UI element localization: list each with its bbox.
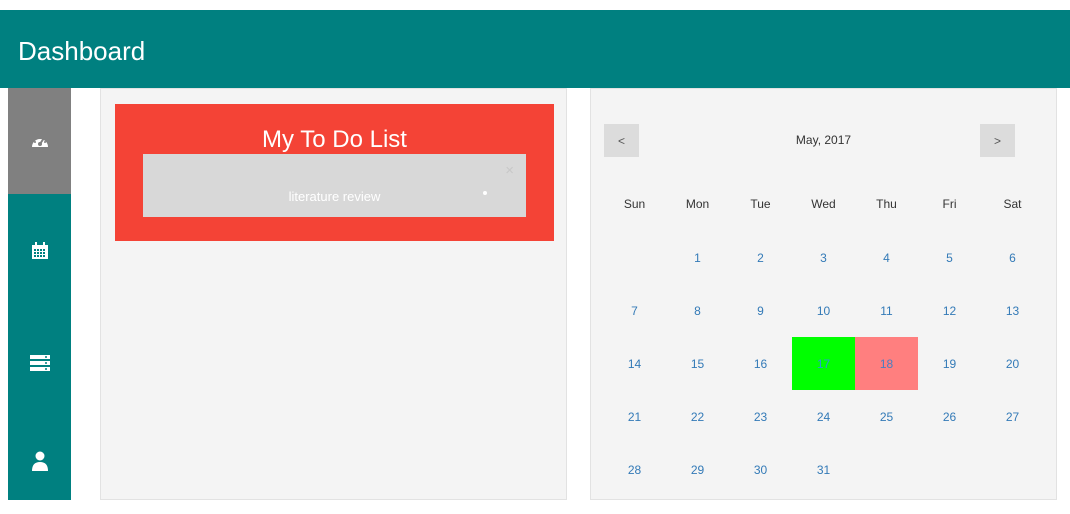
bullet-icon	[483, 191, 487, 195]
weekday-label: Wed	[811, 197, 836, 211]
calendar-day[interactable]: 14	[603, 337, 666, 390]
calendar-day[interactable]: 12	[918, 284, 981, 337]
weekday-label: Fri	[942, 197, 957, 211]
calendar-panel: < May, 2017 > Sun Mon Tue Wed Thu Fri Sat 1234…	[590, 88, 1057, 500]
calendar-day[interactable]: 17	[792, 337, 855, 390]
user-icon	[31, 451, 48, 471]
calendar-day[interactable]: 16	[729, 337, 792, 390]
calendar-day[interactable]: 29	[666, 443, 729, 496]
server-list-icon	[29, 355, 50, 371]
todo-item-text: literature review	[288, 189, 381, 204]
calendar-day[interactable]: 15	[666, 337, 729, 390]
calendar-day[interactable]: 26	[918, 390, 981, 443]
calendar-day[interactable]: 11	[855, 284, 918, 337]
calendar-day[interactable]: 28	[603, 443, 666, 496]
calendar-day[interactable]: 10	[792, 284, 855, 337]
weekday-label: Mon	[685, 197, 710, 211]
calendar-day[interactable]: 31	[792, 443, 855, 496]
calendar-day[interactable]: 2	[729, 231, 792, 284]
calendar-day[interactable]: 9	[729, 284, 792, 337]
calendar-day[interactable]: 8	[666, 284, 729, 337]
calendar-day[interactable]: 21	[603, 390, 666, 443]
weekday-label: Sat	[1003, 197, 1022, 211]
calendar-day[interactable]: 4	[855, 231, 918, 284]
calendar-day[interactable]: 1	[666, 231, 729, 284]
sidebar-item-calendar[interactable]	[8, 198, 71, 304]
calendar-day[interactable]: 30	[729, 443, 792, 496]
calendar-day[interactable]: 7	[603, 284, 666, 337]
sidebar	[8, 88, 71, 500]
weekday-label: Tue	[750, 197, 771, 211]
calendar-day[interactable]: 5	[918, 231, 981, 284]
next-month-button[interactable]: >	[980, 124, 1015, 157]
calendar-day[interactable]: 6	[981, 231, 1044, 284]
todo-card: My To Do List × literature review	[115, 104, 554, 241]
calendar-icon	[31, 242, 48, 259]
todo-item[interactable]: × literature review	[143, 154, 526, 217]
calendar-day[interactable]: 25	[855, 390, 918, 443]
calendar-day[interactable]: 20	[981, 337, 1044, 390]
todo-panel: My To Do List × literature review	[100, 88, 567, 500]
close-icon[interactable]: ×	[505, 162, 514, 179]
calendar-day[interactable]: 18	[855, 337, 918, 390]
weekday-label: Thu	[876, 197, 897, 211]
calendar-day[interactable]: 19	[918, 337, 981, 390]
calendar-day[interactable]: 24	[792, 390, 855, 443]
calendar-day[interactable]: 3	[792, 231, 855, 284]
top-header: Dashboard	[0, 10, 1070, 88]
sidebar-item-user[interactable]	[8, 408, 71, 514]
dashboard-gauge-icon	[31, 137, 48, 147]
calendar-day[interactable]: 27	[981, 390, 1044, 443]
sidebar-item-dashboard[interactable]	[8, 88, 71, 194]
calendar-day[interactable]: 22	[666, 390, 729, 443]
weekday-label: Sun	[623, 197, 646, 211]
page-title: Dashboard	[18, 36, 146, 66]
todo-title: My To Do List	[262, 126, 407, 153]
sidebar-item-servers[interactable]	[8, 310, 71, 416]
calendar-day[interactable]: 23	[729, 390, 792, 443]
calendar-day[interactable]: 13	[981, 284, 1044, 337]
